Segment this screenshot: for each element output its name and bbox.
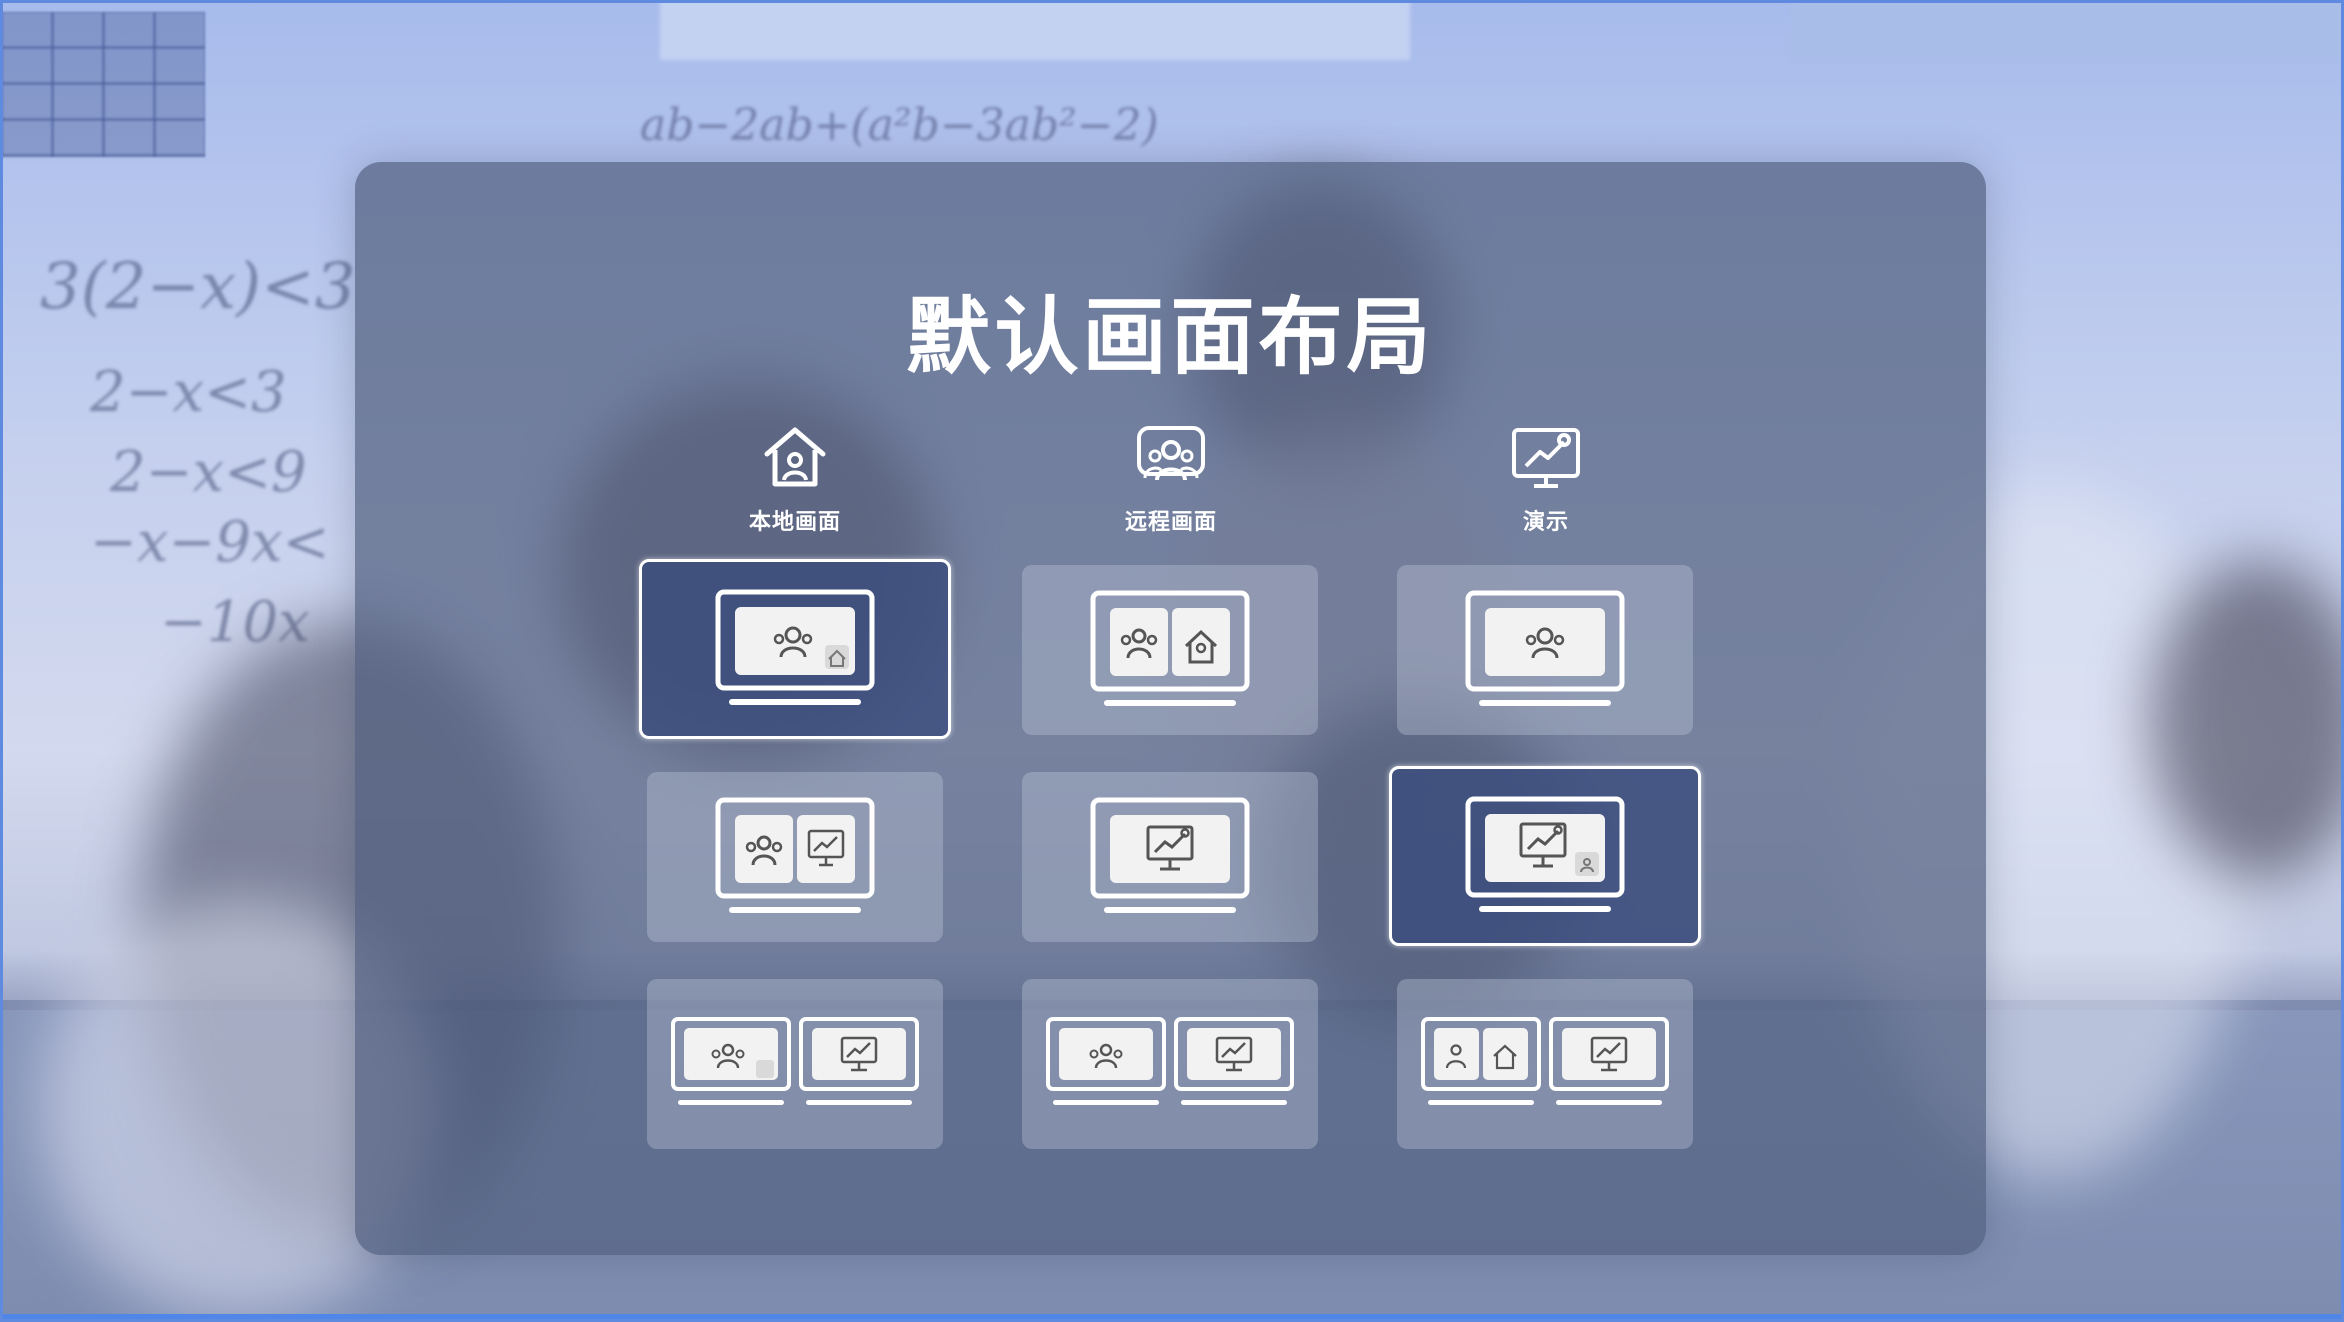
column-header-present: 演示 [1396,424,1696,536]
monitor-presentation-people-pip-icon [1465,796,1625,912]
layout-option-present-people[interactable] [1397,565,1693,735]
layout-option-present-dual[interactable] [1397,979,1693,1149]
monitor-people-presentation-split-icon [715,797,875,913]
dialog-title: 默认画面布局 [906,288,1435,386]
layout-option-remote-presentation[interactable] [1022,772,1318,942]
dual-monitor-split-presentation-icon [1421,1017,1669,1105]
layout-option-remote-dual[interactable] [1022,979,1318,1149]
layout-option-present-presentation-pip[interactable] [1389,766,1701,946]
monitor-people-home-split-icon [1090,590,1250,706]
home-icon [764,427,826,487]
layout-option-local-people-pip[interactable] [639,559,951,739]
column-header-remote: 远程画面 [1021,424,1321,536]
layout-option-remote-split[interactable] [1022,565,1318,735]
column-label-remote: 远程画面 [1124,510,1217,535]
dual-monitor-people-presentation-icon [1046,1017,1294,1105]
monitor-people-home-pip-icon [715,589,875,705]
column-label-local: 本地画面 [748,510,841,535]
monitor-people-icon [1465,590,1625,706]
layout-dialog: 默认画面布局 本地画面 远程画面 演示 [355,162,1986,1255]
column-header-local: 本地画面 [645,424,945,536]
dual-monitor-people-presentation-icon [671,1017,919,1105]
layout-option-local-dual[interactable] [647,979,943,1149]
monitor-presentation-icon [1090,797,1250,913]
presentation-icon [1512,428,1580,488]
layout-option-local-split-presentation[interactable] [647,772,943,942]
people-icon [1137,426,1205,481]
column-label-present: 演示 [1522,510,1569,535]
